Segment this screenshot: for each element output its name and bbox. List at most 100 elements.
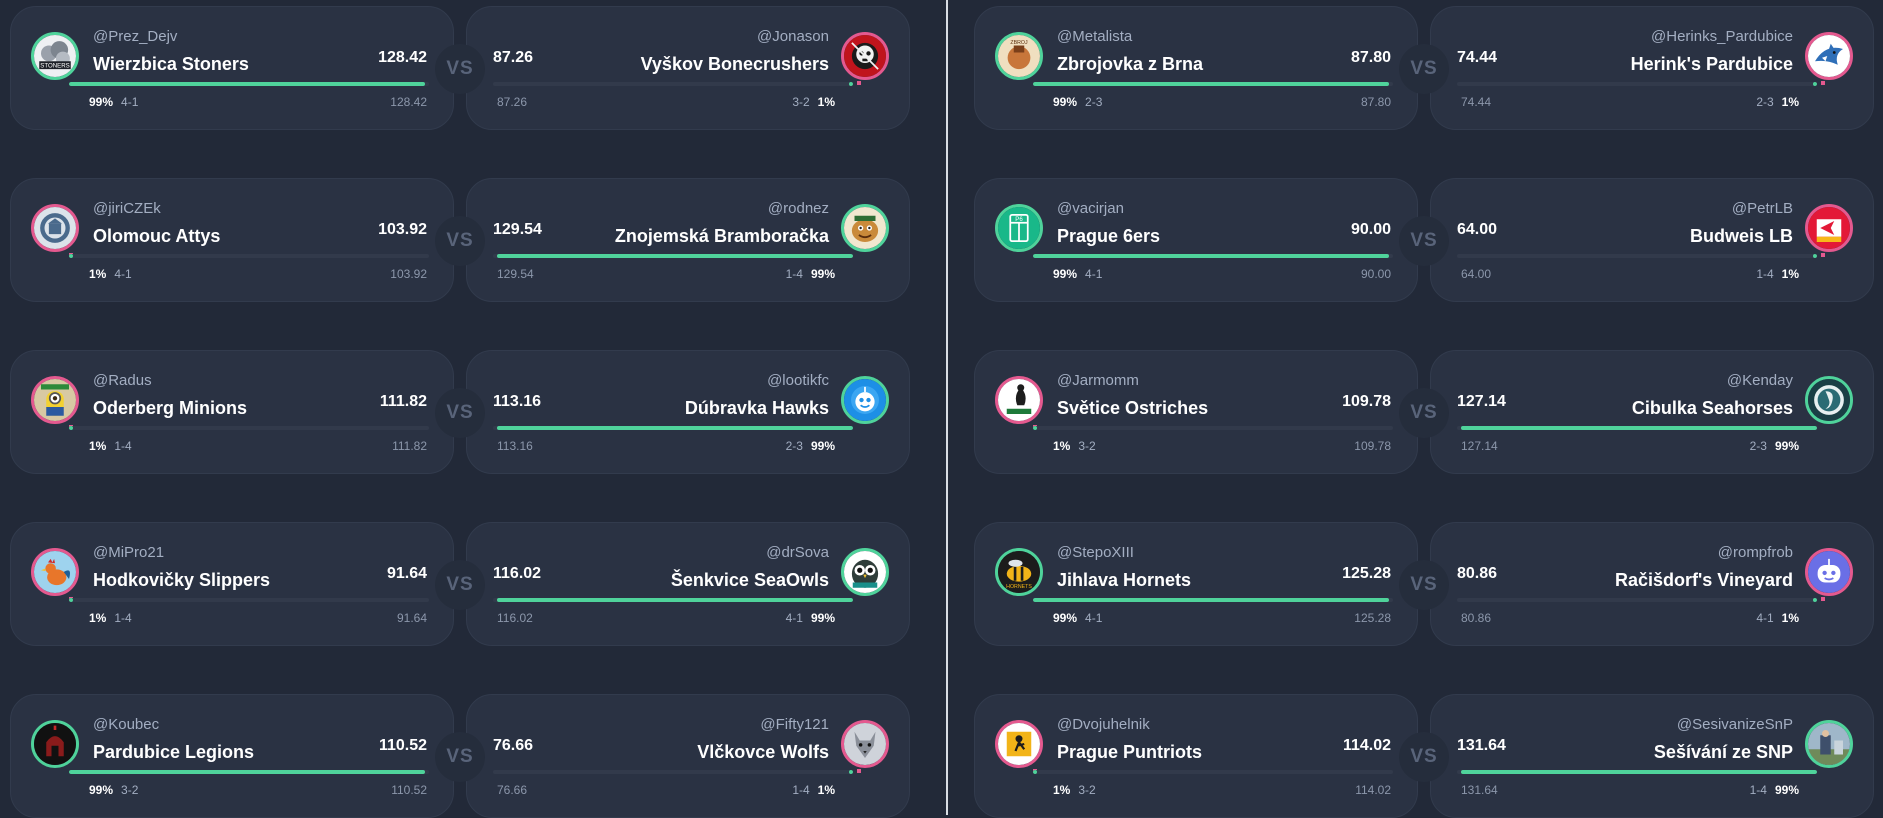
projected-score: 103.92 xyxy=(390,267,427,281)
win-probability-record: 4-1 99% xyxy=(786,611,835,625)
win-probability-fill xyxy=(1461,770,1817,774)
projected-score: 110.52 xyxy=(391,783,427,797)
owner-handle[interactable]: @MiPro21 xyxy=(93,544,164,561)
home-team-card[interactable]: P6 @vacirjan Prague 6ers 90.00 99% 4-1 90.00 xyxy=(974,178,1418,302)
matchup-row[interactable]: @Radus Oderberg Minions 111.82 1% 1-4 111.82 @… xyxy=(10,350,910,474)
projected-score: 76.66 xyxy=(497,783,528,797)
owner-handle[interactable]: @Kenday xyxy=(1727,372,1793,389)
team-name[interactable]: Šenkvice SeaOwls xyxy=(671,570,829,591)
team-score: 128.42 xyxy=(378,49,427,66)
team-name[interactable]: Prague Puntriots xyxy=(1057,742,1202,763)
away-team-card[interactable]: @rodnez Znojemská Bramboračka 129.54 1-4 99%… xyxy=(466,178,910,302)
owner-handle[interactable]: @Prez_Dejv xyxy=(93,28,177,45)
win-probability-fill xyxy=(1033,426,1037,430)
team-name[interactable]: Světice Ostriches xyxy=(1057,398,1208,419)
owner-handle[interactable]: @Dvojuhelnik xyxy=(1057,716,1150,733)
team-name[interactable]: Pardubice Legions xyxy=(93,742,254,763)
projected-score: 91.64 xyxy=(396,611,427,625)
win-probability-fill xyxy=(1813,598,1817,602)
away-team-card[interactable]: @SesivanizeSnP Sešívání ze SNP 131.64 1-4 99… xyxy=(1430,694,1874,818)
matchup-row[interactable]: @Jarmomm Světice Ostriches 109.78 1% 3-2 109.… xyxy=(974,350,1874,474)
owner-handle[interactable]: @Koubec xyxy=(93,716,159,733)
owner-handle[interactable]: @StepoXIII xyxy=(1057,544,1134,561)
team-record: 2-3 xyxy=(1085,95,1103,109)
team-name[interactable]: Herink's Pardubice xyxy=(1631,54,1793,75)
team-name[interactable]: Sešívání ze SNP xyxy=(1654,742,1793,763)
versus-badge: VS xyxy=(435,732,485,782)
team-score: 113.16 xyxy=(493,393,542,410)
owner-handle[interactable]: @Metalista xyxy=(1057,28,1132,45)
win-probability: 99% xyxy=(89,95,114,109)
away-team-card[interactable]: @Fifty121 Vlčkovce Wolfs 76.66 1-4 1% 76.66 xyxy=(466,694,910,818)
attys-seal-logo-icon xyxy=(31,204,79,252)
team-name[interactable]: Jihlava Hornets xyxy=(1057,570,1191,591)
team-name[interactable]: Znojemská Bramboračka xyxy=(615,226,829,247)
owner-handle[interactable]: @Jonason xyxy=(757,28,829,45)
team-name[interactable]: Račišdorf's Vineyard xyxy=(1615,570,1793,591)
matchup-row[interactable]: HORNETS @StepoXIII Jihlava Hornets 125.28 99… xyxy=(974,522,1874,646)
away-team-card[interactable]: @Jonason Vyškov Bonecrushers 87.26 3-2 1% 87.… xyxy=(466,6,910,130)
team-score: 87.26 xyxy=(493,49,534,66)
team-name[interactable]: Dúbravka Hawks xyxy=(685,398,829,419)
team-name[interactable]: Wierzbica Stoners xyxy=(93,54,249,75)
matchup-row[interactable]: @jiriCZEk Olomouc Attys 103.92 1% 4-1 103.92 @… xyxy=(10,178,910,302)
win-probability: 99% xyxy=(810,267,835,281)
away-team-card[interactable]: @Kenday Cibulka Seahorses 127.14 2-3 99% 127.… xyxy=(1430,350,1874,474)
team-name[interactable]: Budweis LB xyxy=(1690,226,1793,247)
win-probability-fill xyxy=(497,426,853,430)
owner-handle[interactable]: @jiriCZEk xyxy=(93,200,161,217)
seahorses-logo-icon xyxy=(1805,376,1853,424)
owner-handle[interactable]: @lootikfc xyxy=(767,372,829,389)
owner-handle[interactable]: @vacirjan xyxy=(1057,200,1124,217)
matchup-row[interactable]: ZBROJ @Metalista Zbrojovka z Brna 87.80 99% 2… xyxy=(974,6,1874,130)
win-probability-record: 2-3 99% xyxy=(786,439,835,453)
team-name[interactable]: Cibulka Seahorses xyxy=(1632,398,1793,419)
away-team-card[interactable]: @PetrLB Budweis LB 64.00 1-4 1% 64.00 xyxy=(1430,178,1874,302)
owner-handle[interactable]: @Herinks_Pardubice xyxy=(1651,28,1793,45)
owner-handle[interactable]: @rodnez xyxy=(768,200,829,217)
away-team-card[interactable]: @drSova Šenkvice SeaOwls 116.02 4-1 99% 116.0… xyxy=(466,522,910,646)
loss-indicator-dot xyxy=(857,81,861,85)
team-name[interactable]: Vlčkovce Wolfs xyxy=(697,742,829,763)
matchup-row[interactable]: @Dvojuhelnik Prague Puntriots 114.02 1% 3-2 1… xyxy=(974,694,1874,818)
home-team-card[interactable]: HORNETS @StepoXIII Jihlava Hornets 125.28 99… xyxy=(974,522,1418,646)
chiefs-arrowhead-logo-icon xyxy=(1805,204,1853,252)
svg-text:P6: P6 xyxy=(1015,216,1023,223)
home-team-card[interactable]: STONERS @Prez_Dejv Wierzbica Stoners 128.42… xyxy=(10,6,454,130)
win-probability-fill xyxy=(69,598,73,602)
ostriches-logo-icon xyxy=(995,376,1043,424)
owner-handle[interactable]: @drSova xyxy=(766,544,829,561)
owner-handle[interactable]: @rompfrob xyxy=(1718,544,1793,561)
team-score: 127.14 xyxy=(1457,393,1506,410)
away-team-card[interactable]: @rompfrob Račišdorf's Vineyard 80.86 4-1 1% 8… xyxy=(1430,522,1874,646)
owner-handle[interactable]: @Jarmomm xyxy=(1057,372,1139,389)
away-team-card[interactable]: @lootikfc Dúbravka Hawks 113.16 2-3 99% 113.1… xyxy=(466,350,910,474)
owner-handle[interactable]: @Radus xyxy=(93,372,152,389)
win-probability: 1% xyxy=(89,611,107,625)
owner-handle[interactable]: @SesivanizeSnP xyxy=(1677,716,1793,733)
away-team-card[interactable]: @Herinks_Pardubice Herink's Pardubice 74.4… xyxy=(1430,6,1874,130)
win-probability-record: 1-4 99% xyxy=(786,267,835,281)
home-team-card[interactable]: @Dvojuhelnik Prague Puntriots 114.02 1% 3-2 1… xyxy=(974,694,1418,818)
versus-badge: VS xyxy=(1399,732,1449,782)
matchup-row[interactable]: @MiPro21 Hodkovičky Slippers 91.64 1% 1-4 91.… xyxy=(10,522,910,646)
matchup-row[interactable]: STONERS @Prez_Dejv Wierzbica Stoners 128.42… xyxy=(10,6,910,130)
home-team-card[interactable]: @Jarmomm Světice Ostriches 109.78 1% 3-2 109.… xyxy=(974,350,1418,474)
matchup-row[interactable]: @Koubec Pardubice Legions 110.52 99% 3-2 110.… xyxy=(10,694,910,818)
team-name[interactable]: Zbrojovka z Brna xyxy=(1057,54,1203,75)
bonecrushers-skull-logo-icon xyxy=(841,32,889,80)
home-team-card[interactable]: @MiPro21 Hodkovičky Slippers 91.64 1% 1-4 91.… xyxy=(10,522,454,646)
team-record: 2-3 xyxy=(1749,439,1767,453)
home-team-card[interactable]: @Koubec Pardubice Legions 110.52 99% 3-2 110.… xyxy=(10,694,454,818)
matchup-row[interactable]: P6 @vacirjan Prague 6ers 90.00 99% 4-1 90.00 @P… xyxy=(974,178,1874,302)
team-name[interactable]: Hodkovičky Slippers xyxy=(93,570,270,591)
home-team-card[interactable]: @jiriCZEk Olomouc Attys 103.92 1% 4-1 103.92 xyxy=(10,178,454,302)
team-name[interactable]: Oderberg Minions xyxy=(93,398,247,419)
team-name[interactable]: Olomouc Attys xyxy=(93,226,220,247)
team-name[interactable]: Vyškov Bonecrushers xyxy=(641,54,829,75)
home-team-card[interactable]: ZBROJ @Metalista Zbrojovka z Brna 87.80 99% 2… xyxy=(974,6,1418,130)
team-name[interactable]: Prague 6ers xyxy=(1057,226,1160,247)
home-team-card[interactable]: @Radus Oderberg Minions 111.82 1% 1-4 111.82 xyxy=(10,350,454,474)
owner-handle[interactable]: @PetrLB xyxy=(1732,200,1793,217)
owner-handle[interactable]: @Fifty121 xyxy=(760,716,829,733)
